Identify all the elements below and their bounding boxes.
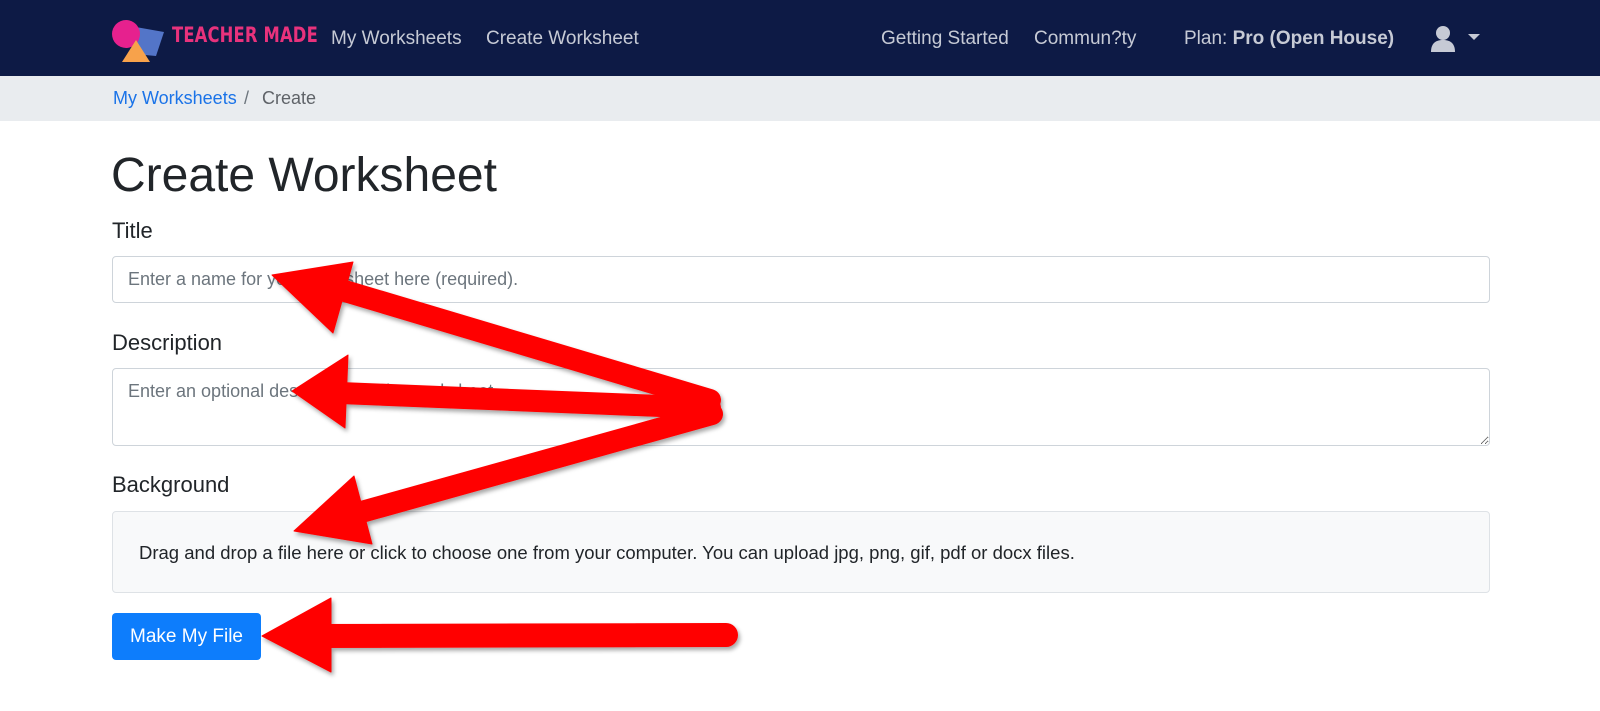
teacher-made-logo-icon	[112, 20, 164, 62]
nav-getting-started[interactable]: Getting Started	[881, 28, 1009, 50]
title-label: Title	[112, 218, 153, 243]
description-textarea[interactable]	[112, 368, 1490, 446]
breadcrumb-separator: /	[244, 88, 250, 108]
dropzone-instructions: Drag and drop a file here or click to ch…	[139, 542, 1075, 563]
background-dropzone[interactable]: Drag and drop a file here or click to ch…	[112, 511, 1490, 593]
user-menu-dropdown[interactable]	[1430, 24, 1490, 56]
plan-label: Plan:	[1184, 28, 1228, 49]
background-label: Background	[112, 472, 230, 497]
arrow-to-button-icon	[261, 597, 738, 673]
brand-logo-link[interactable]: TEACHER MADE	[112, 18, 318, 62]
description-label: Description	[112, 330, 223, 355]
breadcrumb: My Worksheets / Create	[0, 76, 1600, 121]
plan-value: Pro (Open House)	[1232, 28, 1395, 49]
user-icon	[1431, 26, 1480, 52]
nav-create-worksheet[interactable]: Create Worksheet	[486, 28, 639, 50]
nav-my-worksheets[interactable]: My Worksheets	[331, 28, 462, 50]
brand-name: TEACHER MADE	[172, 23, 318, 47]
title-input[interactable]	[112, 256, 1490, 303]
nav-community[interactable]: Commun?ty	[1034, 28, 1136, 50]
top-navbar: TEACHER MADE My Worksheets Create Worksh…	[0, 0, 1600, 76]
make-my-file-button[interactable]: Make My File	[112, 613, 261, 660]
page-title: Create Worksheet	[111, 149, 497, 202]
breadcrumb-current: Create	[262, 88, 317, 108]
caret-down-icon	[1468, 34, 1480, 40]
plan-indicator[interactable]: Plan: Pro (Open House)	[1184, 28, 1394, 50]
breadcrumb-my-worksheets[interactable]: My Worksheets	[113, 88, 237, 109]
